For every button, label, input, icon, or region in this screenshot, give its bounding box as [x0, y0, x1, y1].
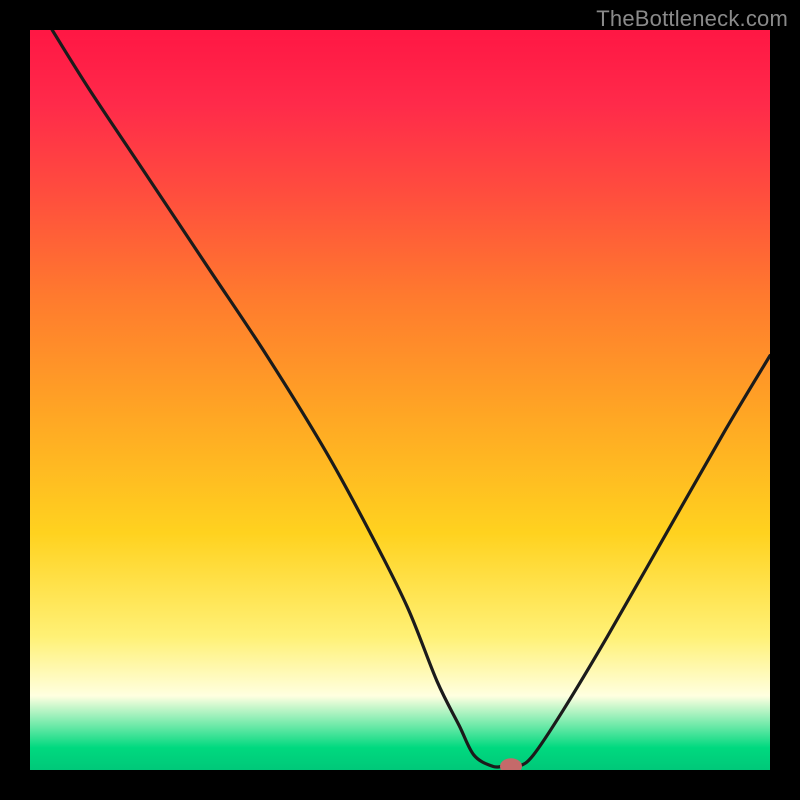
ideal-point-marker	[500, 758, 522, 770]
chart-frame: TheBottleneck.com	[0, 0, 800, 800]
curve-svg	[30, 30, 770, 770]
bottleneck-curve	[52, 30, 770, 767]
watermark-text: TheBottleneck.com	[596, 6, 788, 32]
plot-area	[30, 30, 770, 770]
